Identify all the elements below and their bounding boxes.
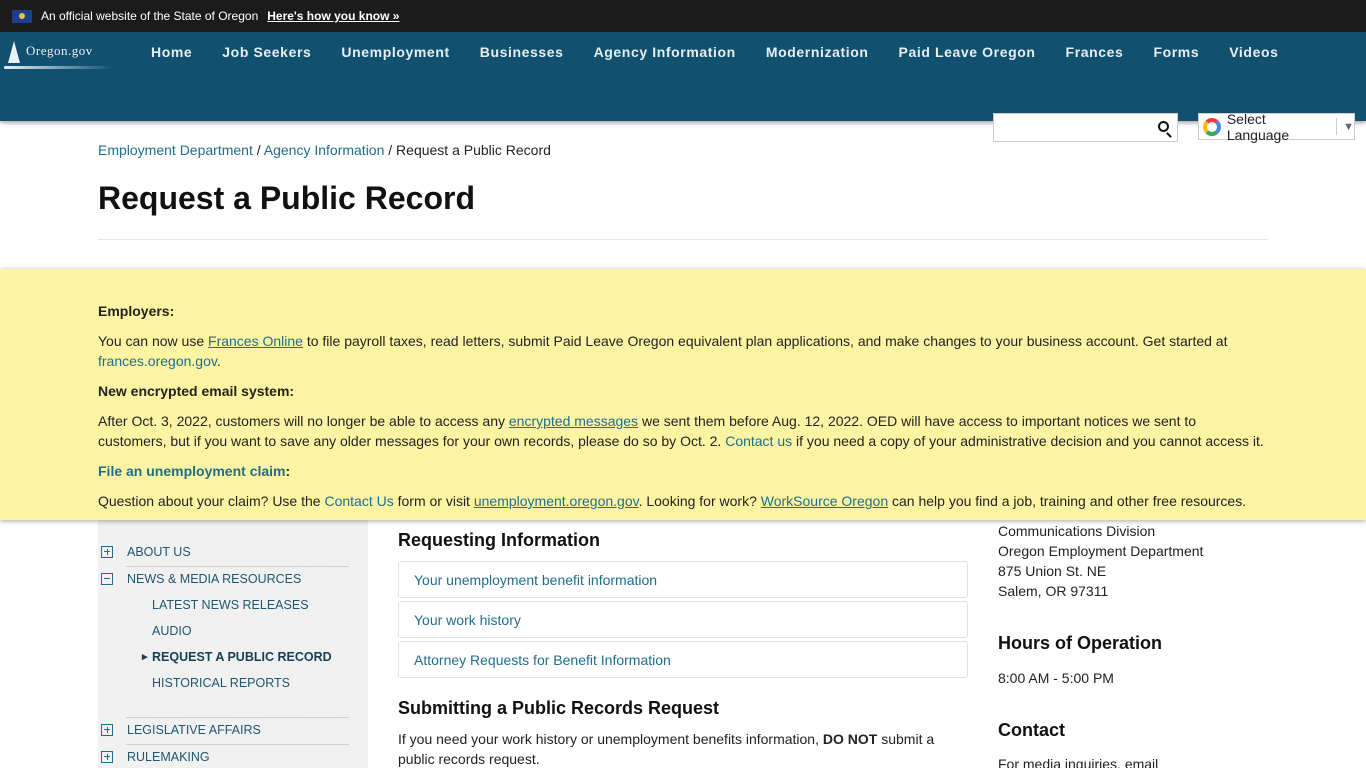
sidebar-divider xyxy=(126,566,349,567)
breadcrumb-agency-information[interactable]: Agency Information xyxy=(264,142,385,158)
hours-text: 8:00 AM - 5:00 PM xyxy=(998,670,1114,686)
collapse-icon[interactable] xyxy=(101,573,113,585)
main-header: Oregon.gov Home Job Seekers Unemployment… xyxy=(0,32,1366,143)
accordion-item[interactable]: Your unemployment benefit information xyxy=(398,561,968,598)
nav-unemployment[interactable]: Unemployment xyxy=(326,44,464,60)
hours-heading: Hours of Operation xyxy=(998,633,1163,653)
sidebar-subitem-historical-reports[interactable]: HISTORICAL REPORTS xyxy=(152,676,290,690)
sidebar-subitem-latest-news[interactable]: LATEST NEWS RELEASES xyxy=(152,598,309,612)
expand-icon[interactable] xyxy=(101,546,113,558)
sidebar-item-rulemaking[interactable]: RULEMAKING xyxy=(98,750,210,764)
address-block: Communications Division Oregon Employmen… xyxy=(998,523,1204,599)
contact-us-form-link[interactable]: Contact Us xyxy=(324,493,393,509)
contact-heading: Contact xyxy=(998,720,1065,740)
dropdown-divider xyxy=(1336,118,1338,135)
breadcrumb-employment-department[interactable]: Employment Department xyxy=(98,142,253,158)
contact-text: For media inquiries, email xyxy=(998,756,1159,768)
frances-online-link[interactable]: Frances Online xyxy=(208,333,303,349)
breadcrumb: Employment Department / Agency Informati… xyxy=(98,142,551,158)
oregon-gov-logo[interactable]: Oregon.gov xyxy=(4,39,118,71)
google-icon xyxy=(1203,117,1221,136)
frances-oregon-gov-link[interactable]: frances.oregon.gov xyxy=(98,353,217,369)
nav-home[interactable]: Home xyxy=(136,44,207,60)
submitting-request-heading: Submitting a Public Records Request xyxy=(398,698,720,718)
nav-forms[interactable]: Forms xyxy=(1138,44,1214,60)
nav-modernization[interactable]: Modernization xyxy=(751,44,884,60)
search-icon[interactable] xyxy=(1158,121,1169,132)
expand-icon[interactable] xyxy=(101,724,113,736)
breadcrumb-current: Request a Public Record xyxy=(396,142,551,158)
tree-logo-icon xyxy=(4,41,114,69)
breadcrumb-separator: / xyxy=(388,142,393,158)
file-claim-link[interactable]: File an unemployment claim xyxy=(98,463,286,479)
title-divider xyxy=(98,239,1268,240)
nav-paid-leave-oregon[interactable]: Paid Leave Oregon xyxy=(884,44,1051,60)
sidebar-divider xyxy=(126,744,349,745)
accordion-item[interactable]: Your work history xyxy=(398,601,968,638)
card-link-attorney-requests[interactable]: Attorney Requests for Benefit Informatio… xyxy=(414,652,671,668)
worksource-oregon-link[interactable]: WorkSource Oregon xyxy=(761,493,888,509)
email-text: After Oct. 3, 2022, customers will no lo… xyxy=(98,413,1264,449)
encrypted-messages-link[interactable]: encrypted messages xyxy=(509,413,638,429)
card-link-work-history[interactable]: Your work history xyxy=(414,612,521,628)
alert-banner: Employers: You can now use Frances Onlin… xyxy=(0,269,1366,520)
sidebar-nav: ABOUT US NEWS & MEDIA RESOURCES LATEST N… xyxy=(98,520,368,768)
email-heading: New encrypted email system: xyxy=(98,383,295,399)
oregon-flag-icon xyxy=(12,9,32,23)
requesting-information-heading: Requesting Information xyxy=(398,530,600,550)
submitting-text: If you need your work history or unemplo… xyxy=(398,731,935,767)
employers-heading: Employers: xyxy=(98,303,175,319)
search-input[interactable] xyxy=(994,114,1144,141)
nav-agency-information[interactable]: Agency Information xyxy=(579,44,751,60)
sidebar-item-about-us[interactable]: ABOUT US xyxy=(98,545,191,559)
search-box xyxy=(993,113,1178,142)
expand-icon[interactable] xyxy=(101,751,113,763)
sidebar-subitem-request-public-record[interactable]: REQUEST A PUBLIC RECORD xyxy=(142,650,332,664)
nav-frances[interactable]: Frances xyxy=(1051,44,1139,60)
official-banner: An official website of the State of Oreg… xyxy=(0,0,1366,32)
select-language-label: Select Language xyxy=(1226,110,1290,143)
main-nav: Home Job Seekers Unemployment Businesses… xyxy=(136,32,1294,72)
accordion-item[interactable]: Attorney Requests for Benefit Informatio… xyxy=(398,641,968,678)
nav-businesses[interactable]: Businesses xyxy=(465,44,579,60)
sidebar-subitem-audio[interactable]: AUDIO xyxy=(152,624,192,638)
select-language-dropdown[interactable]: Select Language ▼ xyxy=(1198,110,1355,143)
heres-how-you-know-link[interactable]: Here's how you know » xyxy=(267,9,399,23)
chevron-down-icon: ▼ xyxy=(1343,120,1354,133)
sidebar-item-news-media[interactable]: NEWS & MEDIA RESOURCES xyxy=(98,572,301,586)
breadcrumb-separator: / xyxy=(256,142,261,158)
contact-us-link[interactable]: Contact us xyxy=(725,433,792,449)
sidebar-divider xyxy=(126,717,349,718)
claim-text: Question about your claim? Use the Conta… xyxy=(98,493,1247,509)
page-title: Request a Public Record xyxy=(98,180,475,216)
unemployment-oregon-gov-link[interactable]: unemployment.oregon.gov xyxy=(474,493,639,509)
nav-videos[interactable]: Videos xyxy=(1214,44,1293,60)
nav-job-seekers[interactable]: Job Seekers xyxy=(207,44,326,60)
claim-heading: File an unemployment claim: xyxy=(98,463,291,479)
card-link-unemployment-benefit[interactable]: Your unemployment benefit information xyxy=(414,572,657,588)
sidebar-item-legislative-affairs[interactable]: LEGISLATIVE AFFAIRS xyxy=(98,723,261,737)
logo-text: Oregon.gov xyxy=(26,43,93,58)
official-banner-text: An official website of the State of Oreg… xyxy=(41,9,259,23)
employers-text: You can now use Frances Online to file p… xyxy=(98,333,1228,369)
